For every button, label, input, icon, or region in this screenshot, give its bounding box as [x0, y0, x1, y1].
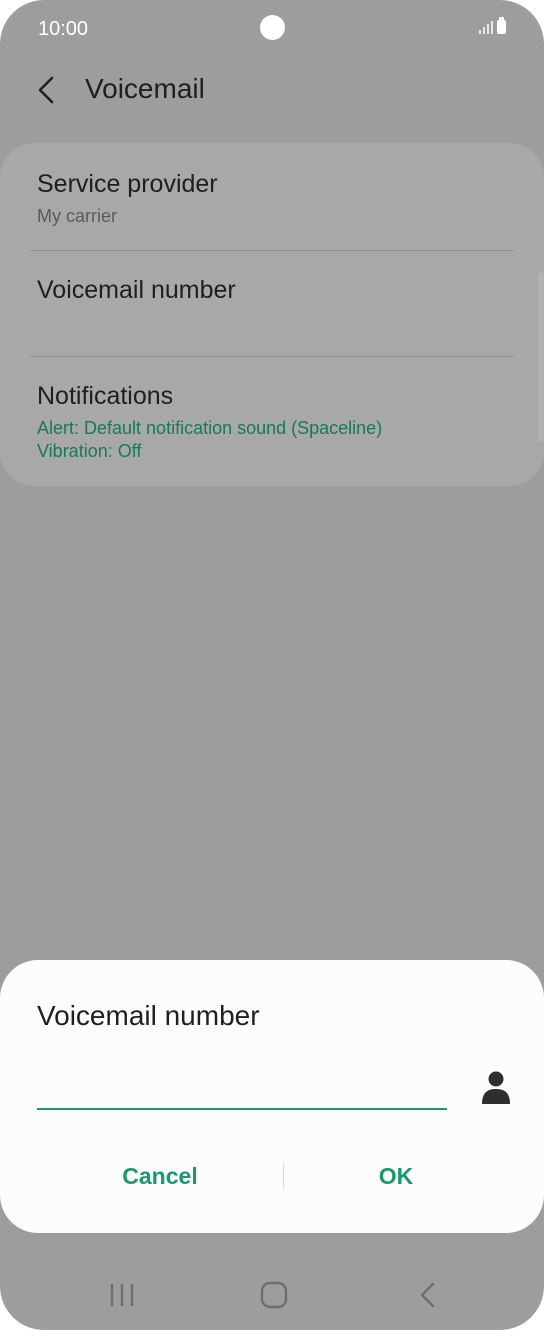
- recent-apps-icon: [110, 1284, 134, 1306]
- nav-back-button[interactable]: [408, 1275, 448, 1315]
- dialog-title: Voicemail number: [37, 1000, 260, 1031]
- contacts-button[interactable]: [480, 1070, 512, 1106]
- home-button[interactable]: [254, 1275, 294, 1315]
- setting-subtitle-vibration: Vibration: Off: [37, 441, 142, 461]
- page-title: Voicemail: [85, 73, 205, 104]
- back-icon: [420, 1282, 435, 1308]
- setting-subtitle-alert: Alert: Default notification sound (Space…: [37, 418, 383, 438]
- status-time: 10:00: [38, 18, 89, 40]
- recent-apps-button[interactable]: [102, 1275, 142, 1315]
- settings-card: Service provider My carrier Voicemail nu…: [0, 143, 544, 486]
- button-divider: [283, 1163, 284, 1189]
- setting-notifications[interactable]: Notifications Alert: Default notificatio…: [0, 357, 544, 486]
- setting-title: Service provider: [37, 170, 218, 198]
- setting-subtitle: My carrier: [37, 206, 117, 226]
- setting-voicemail-number[interactable]: Voicemail number: [0, 251, 544, 357]
- setting-title: Notifications: [37, 382, 174, 410]
- signal-icon: [479, 20, 493, 34]
- phone-screen: 10:00 Voicemail Service provider My carr…: [0, 0, 544, 1330]
- ok-button[interactable]: OK: [296, 1156, 496, 1196]
- front-camera: [260, 15, 285, 40]
- battery-icon: [497, 17, 506, 34]
- voicemail-number-input[interactable]: [37, 1064, 447, 1110]
- setting-title: Voicemail number: [37, 276, 236, 304]
- home-icon: [260, 1281, 288, 1309]
- chevron-left-icon: [38, 76, 54, 104]
- person-icon: [482, 1071, 510, 1104]
- setting-service-provider[interactable]: Service provider My carrier: [0, 143, 544, 249]
- scrollbar[interactable]: [538, 272, 544, 442]
- cancel-button[interactable]: Cancel: [60, 1156, 260, 1196]
- status-icons: [479, 17, 506, 34]
- back-button[interactable]: [28, 68, 68, 112]
